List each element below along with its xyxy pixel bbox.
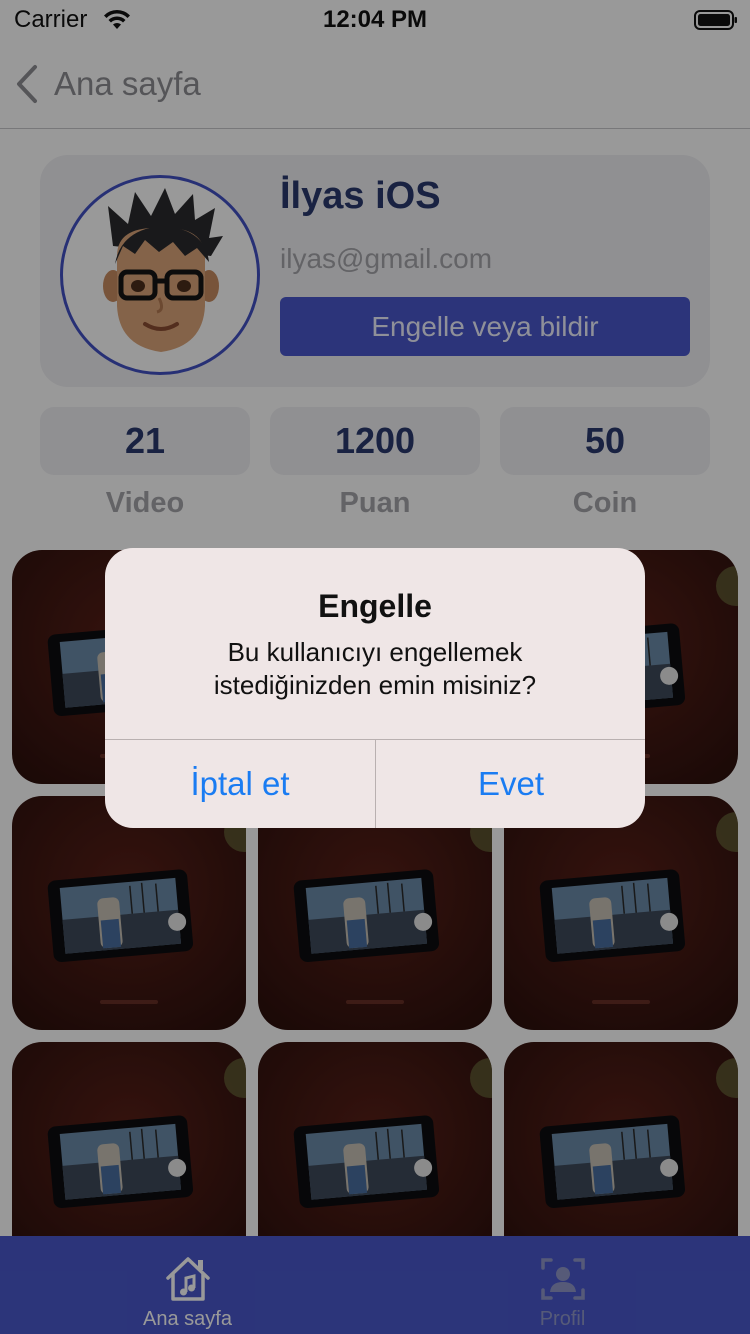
- block-confirm-alert: Engelle Bu kullanıcıyı engellemek istedi…: [105, 548, 645, 828]
- alert-confirm-button[interactable]: Evet: [376, 740, 645, 828]
- alert-message-line: Bu kullanıcıyı engellemek: [227, 637, 523, 667]
- alert-message: Bu kullanıcıyı engellemek istediğinizden…: [135, 636, 615, 702]
- alert-message-line: istediğinizden emin misiniz?: [213, 670, 537, 700]
- alert-cancel-button[interactable]: İptal et: [105, 740, 375, 828]
- alert-title: Engelle: [318, 588, 432, 624]
- screen: Carrier 12:04 PM Ana sayfa İlyas iOS ily…: [0, 0, 750, 1334]
